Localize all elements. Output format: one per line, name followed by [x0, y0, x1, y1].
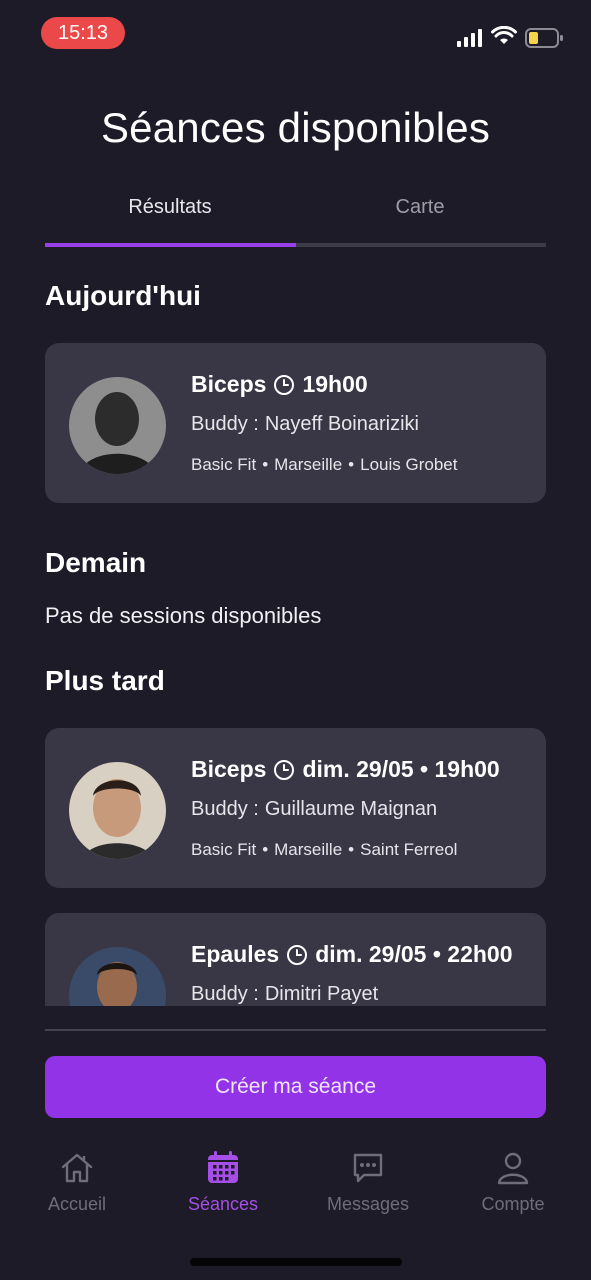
segmented-tabs: Résultats Carte	[45, 196, 546, 248]
session-city: Marseille	[274, 455, 343, 474]
tab-bar-label: Compte	[481, 1194, 545, 1214]
battery-icon	[525, 28, 563, 48]
status-time: 15:13	[41, 17, 125, 49]
buddy-name: Nayeff Boinariziki	[264, 413, 419, 435]
home-indicator	[190, 1258, 402, 1266]
session-title: Biceps 19h00	[191, 371, 368, 398]
cellular-signal-icon	[457, 29, 482, 47]
wifi-icon	[491, 26, 517, 44]
tab-bar-item-messages[interactable]: Messages	[313, 1150, 423, 1215]
session-meta: Basic Fit • Marseille • Louis Grobet	[191, 455, 457, 475]
session-location: Saint Ferreol	[360, 840, 458, 859]
avatar	[69, 377, 166, 474]
session-location: Louis Grobet	[360, 455, 458, 474]
tab-bar-item-seances[interactable]: Séances	[168, 1150, 278, 1215]
tab-bar-item-home[interactable]: Accueil	[22, 1150, 132, 1215]
message-icon	[353, 1153, 383, 1183]
clock-icon	[274, 759, 295, 780]
clock-icon	[287, 944, 308, 965]
empty-sessions-text: Pas de sessions disponibles	[45, 603, 322, 628]
divider	[45, 1029, 546, 1031]
tab-results[interactable]: Résultats	[45, 196, 295, 219]
session-buddy: Buddy : Guillaume Maignan	[191, 798, 437, 821]
session-card[interactable]: Biceps 19h00 Buddy : Nayeff Boinariziki B…	[45, 343, 546, 503]
section-heading-later: Plus tard	[45, 665, 165, 696]
calendar-icon	[208, 1151, 238, 1183]
section-heading-today: Aujourd'hui	[45, 280, 201, 311]
tab-bar-item-account[interactable]: Compte	[458, 1150, 568, 1215]
home-icon	[61, 1153, 93, 1183]
session-time: 19h00	[302, 371, 368, 397]
buddy-prefix: Buddy :	[191, 983, 259, 1005]
avatar	[69, 762, 166, 859]
tab-map[interactable]: Carte	[295, 196, 545, 219]
page-title: Séances disponibles	[100, 104, 491, 151]
section-heading-tomorrow: Demain	[45, 547, 147, 578]
avatar	[69, 947, 166, 1006]
avatar-photo-icon	[69, 762, 166, 859]
tab-active-indicator	[45, 243, 296, 247]
tab-bar-label: Messages	[326, 1194, 410, 1214]
create-session-button[interactable]: Créer ma séance	[45, 1056, 546, 1118]
sessions-list[interactable]: Aujourd'hui Biceps 19h00 Buddy : Nayeff B…	[0, 268, 591, 1006]
tab-bar-label: Accueil	[47, 1194, 107, 1214]
session-meta: Basic Fit • Marseille • Saint Ferreol	[191, 840, 457, 860]
meta-separator: •	[348, 840, 355, 859]
avatar-photo-icon	[69, 947, 166, 1006]
tab-bar-label: Séances	[187, 1194, 259, 1214]
session-title: Biceps dim. 29/05 • 19h00	[191, 756, 500, 783]
session-buddy: Buddy : Dimitri Payet	[191, 983, 378, 1006]
user-icon	[497, 1152, 529, 1185]
session-card[interactable]: Biceps dim. 29/05 • 19h00 Buddy : Guillau…	[45, 728, 546, 888]
bottom-tab-bar: Accueil Séances Messages Compte	[0, 1150, 591, 1230]
meta-separator: •	[262, 455, 269, 474]
buddy-prefix: Buddy :	[191, 413, 259, 435]
session-time: dim. 29/05 • 19h00	[302, 756, 500, 782]
buddy-name: Dimitri Payet	[264, 983, 379, 1005]
avatar-photo-icon	[69, 377, 166, 474]
session-time: dim. 29/05 • 22h00	[315, 941, 513, 967]
session-city: Marseille	[274, 840, 343, 859]
meta-separator: •	[262, 840, 269, 859]
session-exercise: Biceps	[191, 756, 267, 782]
session-gym: Basic Fit	[191, 455, 257, 474]
session-card[interactable]: Epaules dim. 29/05 • 22h00 Buddy : Dimitr…	[45, 913, 546, 1006]
clock-icon	[274, 374, 295, 395]
buddy-prefix: Buddy :	[191, 798, 259, 820]
meta-separator: •	[348, 455, 355, 474]
session-gym: Basic Fit	[191, 840, 257, 859]
session-exercise: Biceps	[191, 371, 267, 397]
session-exercise: Epaules	[191, 941, 280, 967]
session-title: Epaules dim. 29/05 • 22h00	[191, 941, 513, 968]
status-bar: 15:13	[0, 0, 591, 66]
buddy-name: Guillaume Maignan	[264, 798, 438, 820]
session-buddy: Buddy : Nayeff Boinariziki	[191, 413, 419, 436]
